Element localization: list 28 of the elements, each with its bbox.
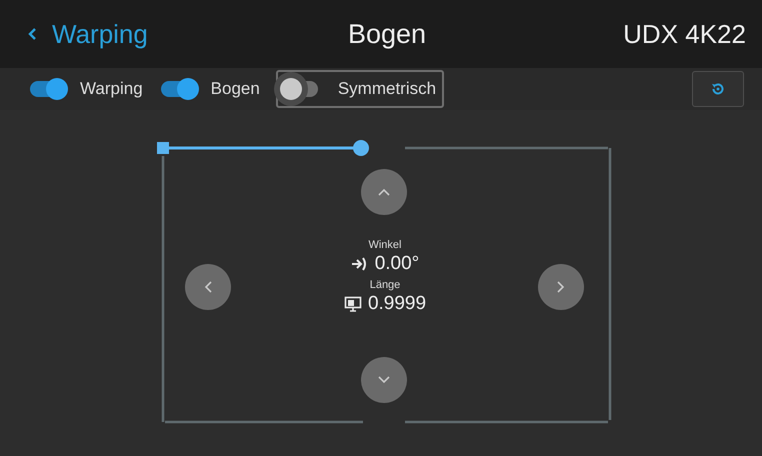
chevron-down-icon [378, 376, 390, 384]
readout-value: 0.00° [374, 252, 420, 276]
reset-button[interactable] [692, 71, 744, 107]
toggle-control[interactable]: Symmetrisch [276, 70, 444, 108]
frame-edge[interactable] [608, 148, 612, 420]
toggle-control[interactable]: Bogen [158, 70, 262, 108]
device-name: UDX 4K22 [622, 18, 746, 50]
frame-edge[interactable] [405, 420, 608, 424]
left-button[interactable] [185, 264, 231, 310]
readout-label: Winkel [368, 238, 402, 252]
screen-icon [344, 296, 362, 312]
selected-edge[interactable] [157, 140, 369, 156]
chevron-left-icon [204, 281, 212, 293]
readout-value: 0.9999 [368, 292, 426, 316]
right-button[interactable] [538, 264, 584, 310]
chevron-right-icon [557, 281, 565, 293]
angle-icon [350, 256, 369, 272]
screen-title: Bogen [346, 18, 428, 50]
reset-icon [710, 81, 726, 97]
chevron-up-icon [378, 188, 390, 196]
readout-label: Länge [370, 278, 400, 292]
back-icon [28, 27, 38, 41]
frame-edge[interactable] [165, 420, 363, 424]
frame-edge[interactable] [405, 146, 608, 150]
up-button[interactable] [361, 169, 407, 215]
back-button[interactable]: Warping [28, 18, 268, 50]
down-button[interactable] [361, 357, 407, 403]
toggle-control[interactable]: Warping [28, 70, 145, 108]
